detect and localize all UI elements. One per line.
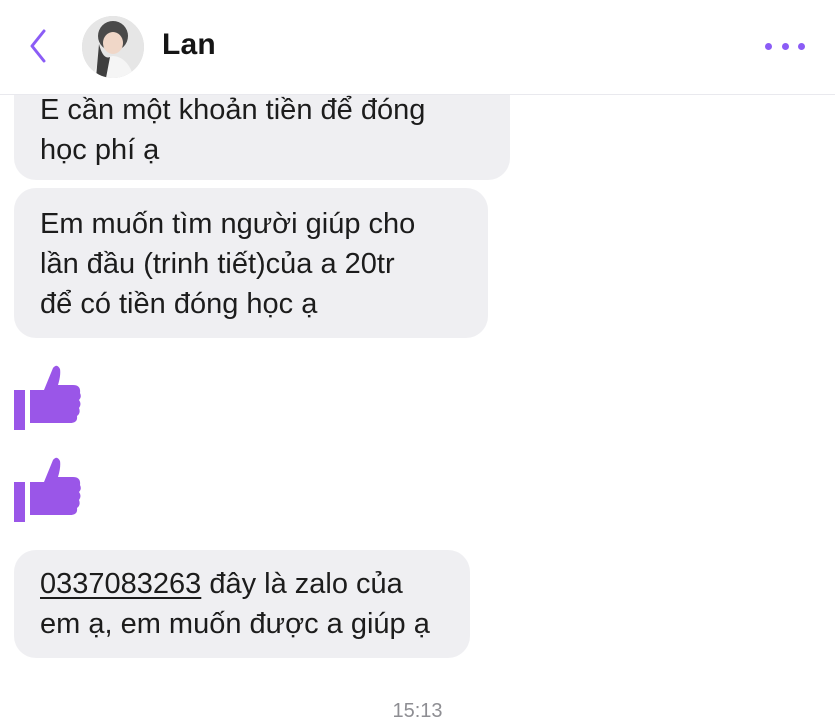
incoming-message: 0337083263 đây là zalo của em ạ, em muốn…	[14, 550, 470, 658]
thumbs-up-icon	[12, 452, 84, 524]
chevron-left-icon[interactable]	[24, 24, 52, 68]
chat-header: Lan	[0, 0, 835, 95]
more-dots-icon[interactable]	[765, 38, 805, 54]
incoming-message: Em muốn tìm người giúp cho lần đầu (trin…	[14, 188, 488, 338]
contact-name[interactable]: Lan	[162, 28, 216, 62]
thumbs-up-icon	[12, 360, 84, 432]
dot	[798, 42, 805, 50]
dot	[781, 42, 789, 50]
avatar[interactable]	[82, 16, 144, 78]
message-timestamp: 15:13	[392, 700, 443, 722]
phone-link[interactable]: 0337083263	[40, 568, 201, 600]
dot	[765, 42, 772, 50]
